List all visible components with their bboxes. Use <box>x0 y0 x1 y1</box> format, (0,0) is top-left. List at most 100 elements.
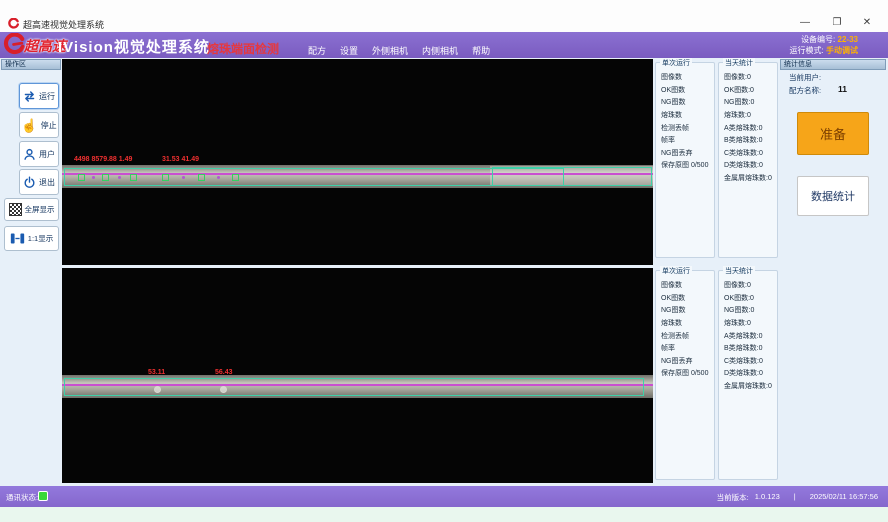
bead-marker <box>130 174 137 181</box>
menu-inner-camera[interactable]: 内侧相机 <box>422 44 458 57</box>
groupbox-title: 单次运行 <box>660 58 692 68</box>
stat-row: NG图数:0 <box>724 96 777 109</box>
measurement-annotation: 4498 8579.88 1.49 <box>74 156 132 163</box>
detection-rectangle <box>64 168 564 186</box>
comm-status-label: 通讯状态: <box>6 492 38 503</box>
stat-row: NG图数 <box>661 304 714 317</box>
stat-row: 帧率 <box>661 342 714 355</box>
main-menu: 配方 设置 外侧相机 内侧相机 帮助 <box>308 44 490 57</box>
stat-row: NG图丢弃 <box>661 355 714 368</box>
one-to-one-button-label: 1:1显示 <box>28 233 53 244</box>
stat-row: OK图数:0 <box>724 292 777 305</box>
stat-row: 金属屑熔珠数:0 <box>724 172 777 185</box>
menu-help[interactable]: 帮助 <box>472 44 490 57</box>
single-run-stats-top: 单次运行 图像数 OK图数 NG图数 熔珠数 检测丢帧 帧率 NG图丢弃 保存原… <box>655 62 715 258</box>
recipe-name-value: 11 <box>838 84 847 94</box>
stat-row: NG图数:0 <box>724 304 777 317</box>
comm-status-led <box>38 491 48 501</box>
version-value: 1.0.123 <box>755 492 780 503</box>
stat-row: OK图数:0 <box>724 84 777 97</box>
stat-row: 帧率 <box>661 134 714 147</box>
stat-row: B类熔珠数:0 <box>724 342 777 355</box>
close-button[interactable]: ✕ <box>856 15 878 31</box>
today-stats-top: 当天统计 图像数:0 OK图数:0 NG图数:0 熔珠数:0 A类熔珠数:0 B… <box>718 62 778 258</box>
stat-row: 熔珠数:0 <box>724 109 777 122</box>
measurement-annotation: 31.53 41.49 <box>162 156 199 163</box>
device-id-value: 22-33 <box>838 35 858 44</box>
menu-recipe[interactable]: 配方 <box>308 44 326 57</box>
stat-row: B类熔珠数:0 <box>724 134 777 147</box>
version-label: 当前版本: <box>717 492 749 503</box>
run-button-label: 运行 <box>39 91 55 102</box>
app-title: IVision视觉处理系统 <box>58 36 210 57</box>
stat-row: NG图数 <box>661 96 714 109</box>
stat-row: D类熔珠数:0 <box>724 367 777 380</box>
groupbox-title: 当天统计 <box>723 58 755 68</box>
app-header: 超高速 IVision视觉处理系统 熔珠端面检测 配方 设置 外侧相机 内侧相机… <box>0 32 888 58</box>
stat-row: 检测丢帧 <box>661 121 714 134</box>
bead-dot <box>217 176 220 179</box>
bead-circle-marker <box>154 386 161 393</box>
stat-row: 图像数 <box>661 71 714 84</box>
brand-swoosh-icon <box>3 33 25 55</box>
datetime-value: 2025/02/11 16:57:56 <box>810 492 878 503</box>
stat-row: 熔珠数 <box>661 317 714 330</box>
status-bar: 通讯状态: 当前版本: 1.0.123 | 2025/02/11 16:57:5… <box>0 486 888 507</box>
maximize-button[interactable]: ❐ <box>826 15 848 31</box>
stat-row: NG图丢弃 <box>661 147 714 160</box>
measurement-label: 56.43 <box>215 369 233 376</box>
minimize-button[interactable]: — <box>794 15 816 31</box>
device-id-label: 设备编号: <box>801 35 835 44</box>
user-button[interactable]: 用户 <box>19 141 59 167</box>
stat-row: 图像数:0 <box>724 71 777 84</box>
exit-button[interactable]: 退出 <box>19 169 59 195</box>
separator: | <box>794 492 796 503</box>
stat-row: A类熔珠数:0 <box>724 329 777 342</box>
app-window: 超高速视觉处理系统 — ❐ ✕ 超高速 IVision视觉处理系统 熔珠端面检测… <box>0 0 888 522</box>
user-icon <box>23 148 36 161</box>
device-info: 设备编号: 22-33 运行模式: 手动调试 <box>790 34 858 56</box>
bead-marker <box>198 174 205 181</box>
recipe-name-label: 配方名称: <box>789 85 821 96</box>
run-cycle-icon <box>23 90 36 103</box>
stat-row: C类熔珠数:0 <box>724 355 777 368</box>
app-logo-icon <box>8 18 19 29</box>
bead-marker <box>78 174 85 181</box>
stat-row: 金属屑熔珠数:0 <box>724 380 777 393</box>
power-icon <box>23 176 36 189</box>
stop-button[interactable]: ☝ 停止 <box>19 112 59 138</box>
operation-panel-header: 操作区 <box>1 59 61 70</box>
stop-button-label: 停止 <box>41 120 57 131</box>
menu-settings[interactable]: 设置 <box>340 44 358 57</box>
main-area: 操作区 运行 ☝ 停止 用户 退出 <box>0 58 888 486</box>
stat-row: D类熔珠数:0 <box>724 159 777 172</box>
run-mode-value: 手动调试 <box>826 46 858 55</box>
groupbox-title: 当天统计 <box>723 266 755 276</box>
menu-outer-camera[interactable]: 外侧相机 <box>372 44 408 57</box>
one-to-one-icon <box>10 232 25 245</box>
groupbox-title: 单次运行 <box>660 266 692 276</box>
fullscreen-button[interactable]: 全屏显示 <box>4 198 59 221</box>
desktop-edge <box>0 507 888 522</box>
bead-dot <box>92 176 95 179</box>
titlebar: 超高速视觉处理系统 — ❐ ✕ <box>0 0 888 32</box>
bead-circle-marker <box>220 386 227 393</box>
user-button-label: 用户 <box>39 149 55 160</box>
current-user-label: 当前用户: <box>789 72 821 83</box>
run-button[interactable]: 运行 <box>19 83 59 109</box>
measurement-label: 53.11 <box>148 369 165 376</box>
stat-row: 熔珠数:0 <box>724 317 777 330</box>
bead-marker <box>162 174 169 181</box>
stat-row: A类熔珠数:0 <box>724 121 777 134</box>
exit-button-label: 退出 <box>39 177 55 188</box>
bead-dot <box>118 176 121 179</box>
version-datetime: 当前版本: 1.0.123 | 2025/02/11 16:57:56 <box>717 492 878 503</box>
prepare-button[interactable]: 准备 <box>797 112 869 155</box>
data-statistics-button[interactable]: 数据统计 <box>797 176 869 216</box>
single-run-stats-bottom: 单次运行 图像数 OK图数 NG图数 熔珠数 检测丢帧 帧率 NG图丢弃 保存原… <box>655 270 715 480</box>
bead-marker <box>102 174 109 181</box>
outer-camera-view: 4498 8579.88 1.49 31.53 41.49 <box>62 59 653 265</box>
window-title: 超高速视觉处理系统 <box>23 18 104 31</box>
stat-row: OK图数 <box>661 84 714 97</box>
one-to-one-button[interactable]: 1:1显示 <box>4 226 59 251</box>
